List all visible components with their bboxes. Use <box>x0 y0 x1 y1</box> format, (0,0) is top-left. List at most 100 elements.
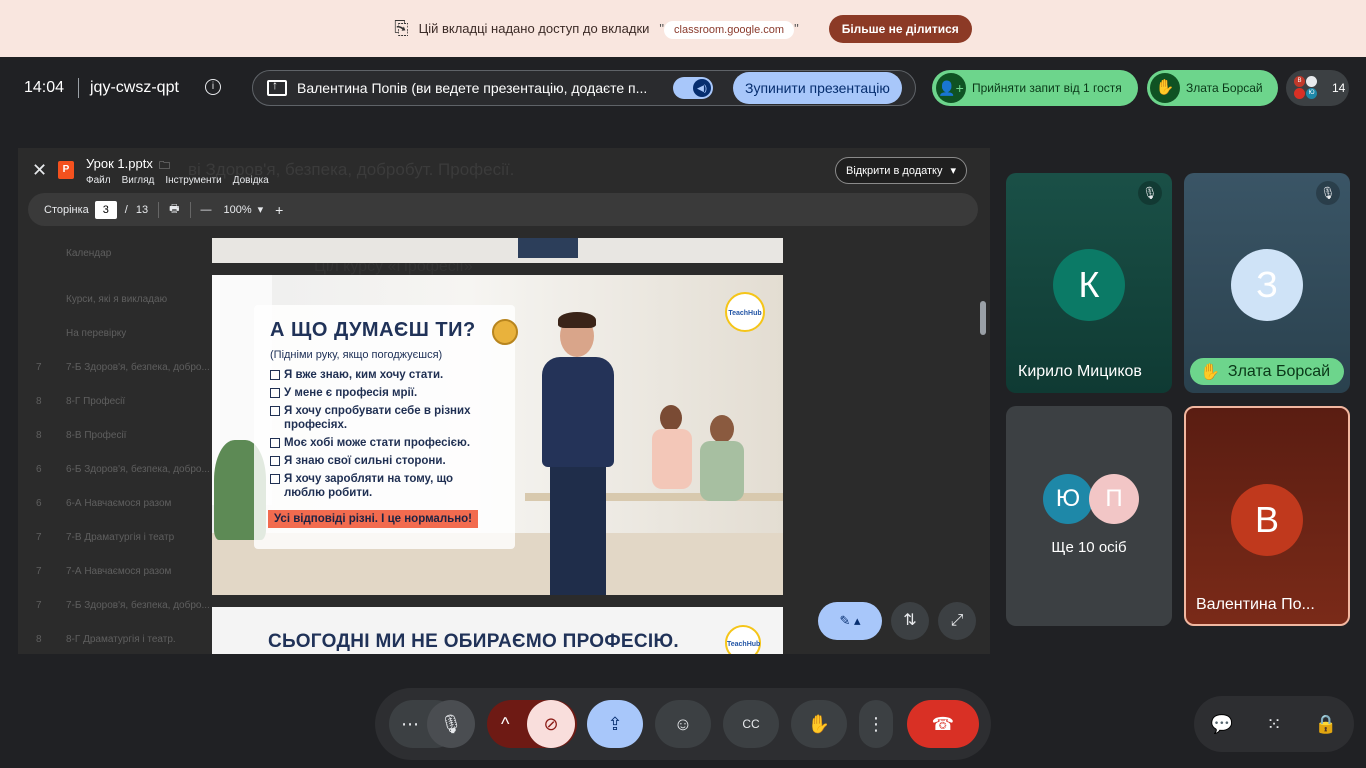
background-list-item: 7 7-А Навчаємося разом <box>36 566 172 577</box>
powerpoint-icon: P <box>58 161 74 179</box>
others-count: Ще 10 осіб <box>1051 539 1127 556</box>
next-slide-heading: СЬОГОДНІ МИ НЕ ОБИРАЄМО ПРОФЕСІЮ. <box>268 631 679 652</box>
more-options-icon[interactable]: ⋮ <box>859 700 893 748</box>
participant-tile-kyrylo[interactable]: 🎙 К Кирило Мициков <box>1006 173 1172 393</box>
swap-icon[interactable]: ⇅ <box>891 602 929 640</box>
student-image <box>652 405 692 495</box>
stop-presenting-button[interactable]: Зупинити презентацію <box>733 72 902 104</box>
participant-count: 14 <box>1332 81 1346 95</box>
meeting-topbar: 14:04 jqy-cwsz-qpt i Валентина Попів (ви… <box>0 57 1366 119</box>
background-list-item: Календар <box>66 248 112 259</box>
viewer-menu: Файл Вигляд Інструменти Довідка <box>86 175 269 186</box>
menu-view[interactable]: Вигляд <box>122 175 155 186</box>
avatar: Ю <box>1043 474 1093 524</box>
presentation-float-controls: ✎ ▴ ⇅ ⤢ <box>818 602 976 640</box>
file-name: Урок 1.pptx <box>86 156 153 171</box>
close-icon[interactable]: ✕ <box>32 160 47 181</box>
menu-help[interactable]: Довідка <box>233 175 269 186</box>
slide-subtitle: (Підніми руку, якщо погоджуєшся) <box>270 349 443 361</box>
viewer-header: ✕ P Урок 1.pptx 🗀 Файл Вигляд Інструмент… <box>18 148 990 192</box>
add-person-icon: 👤+ <box>936 73 966 103</box>
participant-name: Валентина По... <box>1196 596 1315 613</box>
speaker-icon: ◀) <box>693 79 711 97</box>
stop-sharing-button[interactable]: Більше не ділитися <box>828 14 972 43</box>
presentation-bar: Валентина Попів (ви ведете презентацію, … <box>252 70 916 106</box>
open-in-app-button[interactable]: Відкрити в додатку ▾ <box>835 157 967 184</box>
share-message: Цій вкладці надано доступ до вкладки <box>418 21 650 36</box>
host-controls-icon[interactable]: 🔒 <box>1315 714 1337 735</box>
chat-icon[interactable]: 💬 <box>1211 714 1233 735</box>
page-input[interactable]: 3 <box>94 200 117 219</box>
participant-tile-others[interactable]: Ю П Ще 10 осіб <box>1006 406 1172 626</box>
participant-tile-zlata[interactable]: 🎙 З ✋ Злата Борсай <box>1184 173 1350 393</box>
raise-hand-icon[interactable]: ✋ <box>791 700 847 748</box>
raised-hand-badge: ✋ Злата Борсай <box>1190 358 1345 385</box>
checklist: Я вже знаю, ким хочу стати. У мене є про… <box>270 368 490 504</box>
background-list-item: 7 7-В Драматургія і театр <box>36 532 175 543</box>
dropdown-arrow-icon: ▾ <box>950 165 956 177</box>
teachhub-logo: TeachHub <box>725 625 761 654</box>
call-controls: ⋯ 🎙 ^ ⊘ ⇪ ☺ CC ✋ ⋮ ☎ <box>375 688 991 760</box>
accept-guest-button[interactable]: 👤+ Прийняти запит від 1 гостя <box>932 70 1138 106</box>
background-list-item: 7 7-Б Здоров'я, безпека, добро... <box>36 600 210 611</box>
menu-file[interactable]: Файл <box>86 175 111 186</box>
checklist-item: Я знаю свої сильні сторони. <box>270 454 490 468</box>
activities-icon[interactable]: ⁙ <box>1266 714 1281 735</box>
participant-avatars: В Ю <box>1294 76 1318 100</box>
slide-current: А ЩО ДУМАЄШ ТИ? (Підніми руку, якщо пого… <box>212 275 783 595</box>
zoom-in-icon[interactable]: + <box>275 202 283 218</box>
background-list-item: Курси, які я викладаю <box>66 294 168 305</box>
background-list-item: 8 8-Г Драматургія і театр. <box>36 634 176 645</box>
share-banner: ⎘ Цій вкладці надано доступ до вкладки "… <box>0 0 1366 57</box>
raised-hand-chip[interactable]: ✋ Злата Борсай <box>1147 70 1278 106</box>
participant-name: Кирило Мициков <box>1018 363 1142 380</box>
present-screen-button[interactable]: ⇪ <box>587 700 643 748</box>
print-icon[interactable]: 🖶 <box>169 200 179 219</box>
page-label: Сторінка <box>44 203 89 216</box>
checklist-item: У мене є професія мрії. <box>270 386 490 400</box>
checklist-item: Я хочу спробувати себе в різних професія… <box>270 404 490 432</box>
checklist-item: Я хочу заробляти на тому, що люблю робит… <box>270 472 490 500</box>
emoji-icon[interactable]: ☺ <box>655 700 711 748</box>
checklist-item: Я вже знаю, ким хочу стати. <box>270 368 490 382</box>
meeting-code: jqy-cwsz-qpt <box>90 79 179 96</box>
meeting-time: 14:04 <box>24 79 65 96</box>
zoom-level[interactable]: 100% <box>224 204 252 216</box>
captions-icon[interactable]: CC <box>723 700 779 748</box>
info-icon[interactable]: i <box>205 79 221 95</box>
zoom-dropdown-icon[interactable]: ▾ <box>258 203 264 216</box>
folder-icon[interactable]: 🗀 <box>159 157 170 176</box>
mic-off-icon: 🎙 <box>1316 181 1340 205</box>
menu-tools[interactable]: Інструменти <box>165 175 221 186</box>
end-call-button[interactable]: ☎ <box>907 700 979 748</box>
avatar: П <box>1089 474 1139 524</box>
teachhub-logo: TeachHub <box>725 292 765 332</box>
background-list-item: 7 7-Б Здоров'я, безпека, добро... <box>36 362 210 373</box>
avatar: К <box>1053 249 1125 321</box>
zoom-out-icon[interactable]: — <box>201 204 212 216</box>
viewer-toolbar: Сторінка 3 / 13 🖶 — 100% ▾ + <box>28 193 978 226</box>
scrollbar[interactable] <box>980 301 986 335</box>
fullscreen-icon[interactable]: ⤢ <box>938 602 976 640</box>
background-list-item: 6 6-Б Здоров'я, безпека, добро... <box>36 464 210 475</box>
microphone-icon[interactable]: 🎙 <box>427 700 475 748</box>
background-list-item: 6 6-А Навчаємося разом <box>36 498 172 509</box>
background-list-item: 8 8-В Професії <box>36 430 127 441</box>
question-card: А ЩО ДУМАЄШ ТИ? (Підніми руку, якщо пого… <box>254 305 518 549</box>
participant-tile-valentyna[interactable]: В Валентина По... <box>1184 406 1350 626</box>
annotate-button[interactable]: ✎ ▴ <box>818 602 882 640</box>
divider <box>78 78 79 98</box>
shared-tab-pill: classroom.google.com <box>664 21 795 39</box>
avatar: В <box>1231 484 1303 556</box>
compass-icon <box>492 319 518 345</box>
student-image <box>700 415 744 515</box>
total-pages: 13 <box>135 203 149 216</box>
slide-previous <box>212 238 783 263</box>
audio-share-toggle[interactable]: ◀) <box>673 77 713 99</box>
people-button[interactable]: В Ю 14 <box>1286 70 1349 106</box>
hand-icon: ✋ <box>1150 73 1180 103</box>
background-list-item: 8 8-Г Професії <box>36 396 126 407</box>
share-tab-icon: ⎘ <box>394 18 409 38</box>
slide-title: А ЩО ДУМАЄШ ТИ? <box>270 319 476 341</box>
camera-off-icon[interactable]: ⊘ <box>527 700 575 748</box>
